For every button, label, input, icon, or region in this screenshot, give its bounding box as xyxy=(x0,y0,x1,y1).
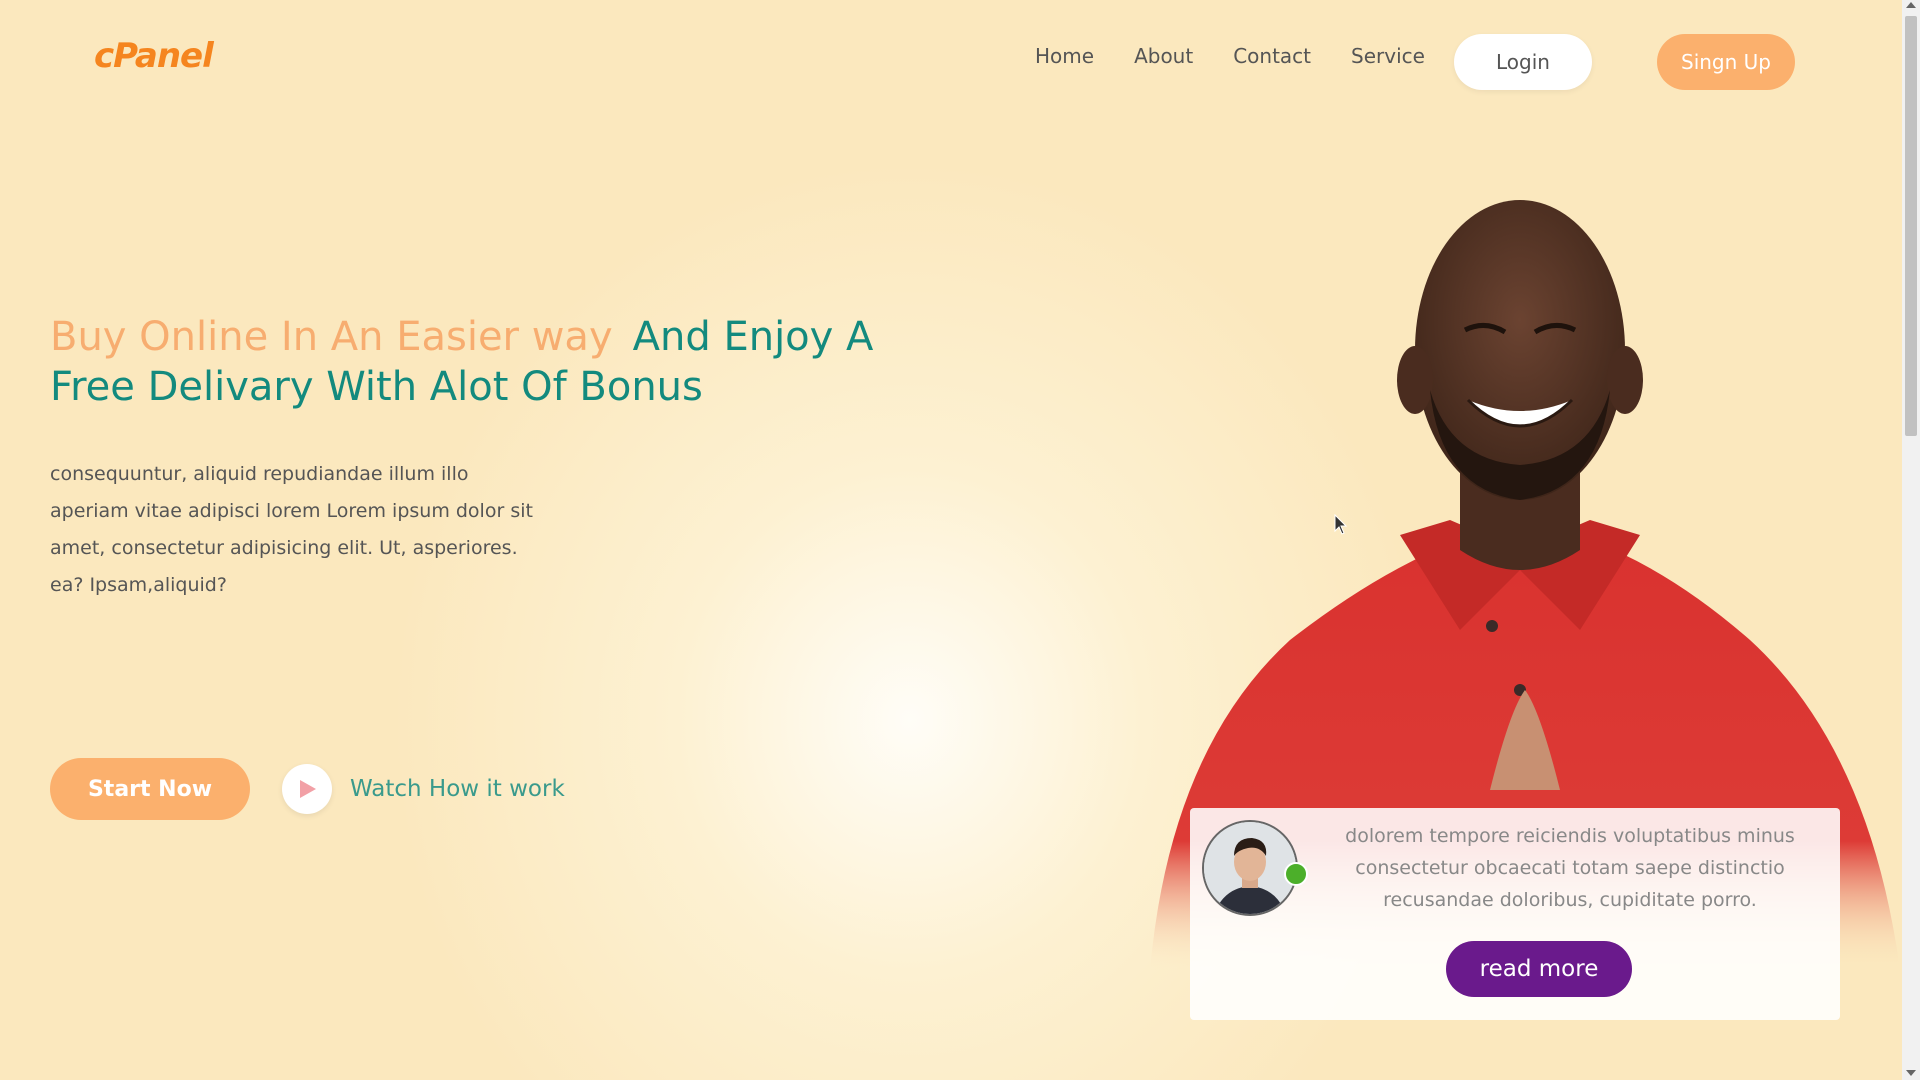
scrollbar-thumb[interactable] xyxy=(1905,16,1917,436)
hero-headline: Buy Online In An Easier way And Enjoy A F… xyxy=(50,312,950,412)
testimonial-card: dolorem tempore reiciendis voluptatibus … xyxy=(1190,808,1840,1020)
headline-highlight: Buy Online In An Easier way xyxy=(50,314,613,360)
watch-video-link[interactable]: Watch How it work xyxy=(282,764,565,814)
login-button[interactable]: Login xyxy=(1454,34,1592,90)
start-now-button[interactable]: Start Now xyxy=(50,758,250,820)
user-avatar xyxy=(1202,820,1298,916)
signup-button[interactable]: Singn Up xyxy=(1657,34,1795,90)
nav-link-home[interactable]: Home xyxy=(1035,44,1094,68)
hero-description: consequuntur, aliquid repudiandae illum … xyxy=(50,463,533,596)
online-status-dot xyxy=(1284,862,1308,886)
nav-link-about[interactable]: About xyxy=(1134,44,1193,68)
vertical-scrollbar[interactable] xyxy=(1902,0,1920,1080)
play-button[interactable] xyxy=(282,764,332,814)
play-icon xyxy=(300,780,316,798)
watch-label: Watch How it work xyxy=(350,776,565,802)
read-more-button[interactable]: read more xyxy=(1446,941,1632,997)
cpanel-logo[interactable]: cPanel xyxy=(94,36,214,76)
nav-link-service[interactable]: Service xyxy=(1351,44,1425,68)
user-avatar-image xyxy=(1204,822,1296,914)
top-navbar: cPanel Home About Contact Service Login … xyxy=(0,0,1902,120)
scroll-up-arrow-icon[interactable] xyxy=(1906,2,1916,8)
mouse-cursor-icon xyxy=(1334,514,1348,535)
landing-page: cPanel Home About Contact Service Login … xyxy=(0,0,1920,1080)
nav-links: Home About Contact Service xyxy=(1035,44,1465,68)
scroll-down-arrow-icon[interactable] xyxy=(1906,1070,1916,1076)
testimonial-text: dolorem tempore reiciendis voluptatibus … xyxy=(1345,825,1795,911)
nav-link-contact[interactable]: Contact xyxy=(1233,44,1311,68)
